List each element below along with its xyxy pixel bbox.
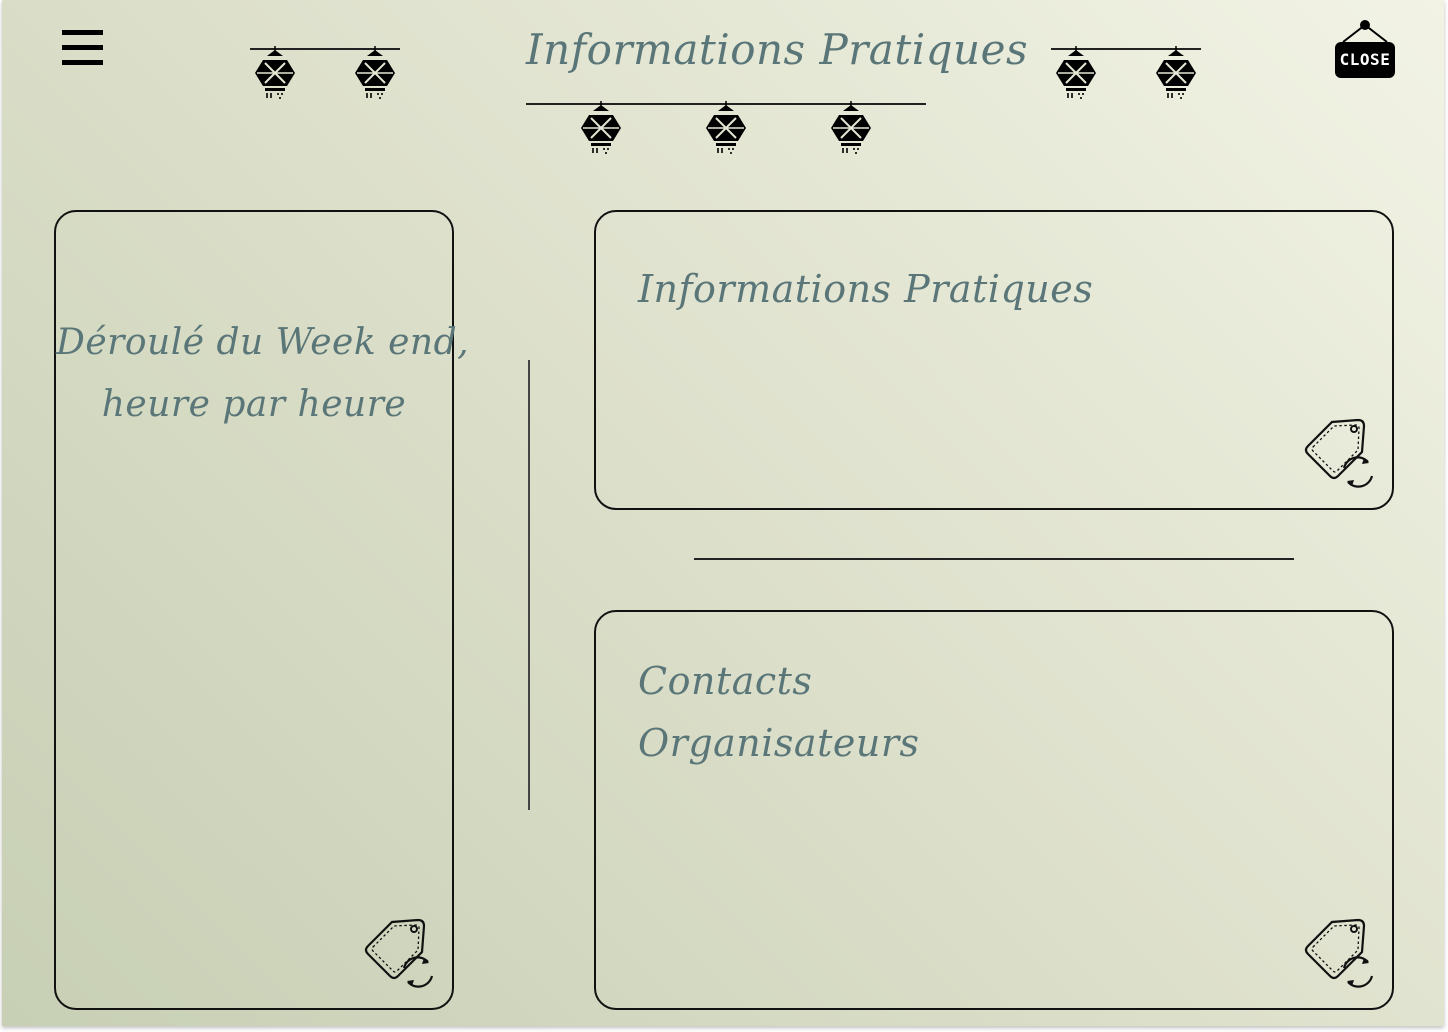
tag-refresh-icon[interactable] (1302, 416, 1376, 490)
lantern-icon (579, 101, 623, 155)
app-window: Informations Pratiques CLOSE Déroulé du … (2, 0, 1444, 1026)
close-button[interactable]: CLOSE (1332, 18, 1396, 80)
tag-refresh-icon[interactable] (1302, 916, 1376, 990)
schedule-title-line1: Déroulé du Week end, (56, 322, 470, 363)
vertical-divider (528, 360, 530, 810)
lantern-icon (829, 101, 873, 155)
lantern-icon (704, 101, 748, 155)
contacts-panel: Contacts Organisateurs (594, 610, 1394, 1010)
lantern-icon (253, 46, 297, 100)
hamburger-menu-icon[interactable] (62, 30, 106, 70)
schedule-panel: Déroulé du Week end, heure par heure (54, 210, 470, 1010)
page-title: Informations Pratiques (526, 25, 1028, 74)
info-panel: Informations Pratiques (594, 210, 1394, 510)
lantern-icon (353, 46, 397, 100)
horizontal-divider (694, 558, 1294, 560)
lantern-icon (1054, 46, 1098, 100)
hanging-sign-icon (1342, 20, 1388, 42)
tag-refresh-icon[interactable] (362, 916, 436, 990)
schedule-title-line2: heure par heure (101, 384, 407, 425)
contacts-title-line1: Contacts (638, 659, 813, 703)
contacts-title-line2: Organisateurs (638, 721, 920, 765)
close-label: CLOSE (1335, 42, 1395, 78)
info-panel-title: Informations Pratiques (638, 267, 1094, 311)
lantern-icon (1154, 46, 1198, 100)
